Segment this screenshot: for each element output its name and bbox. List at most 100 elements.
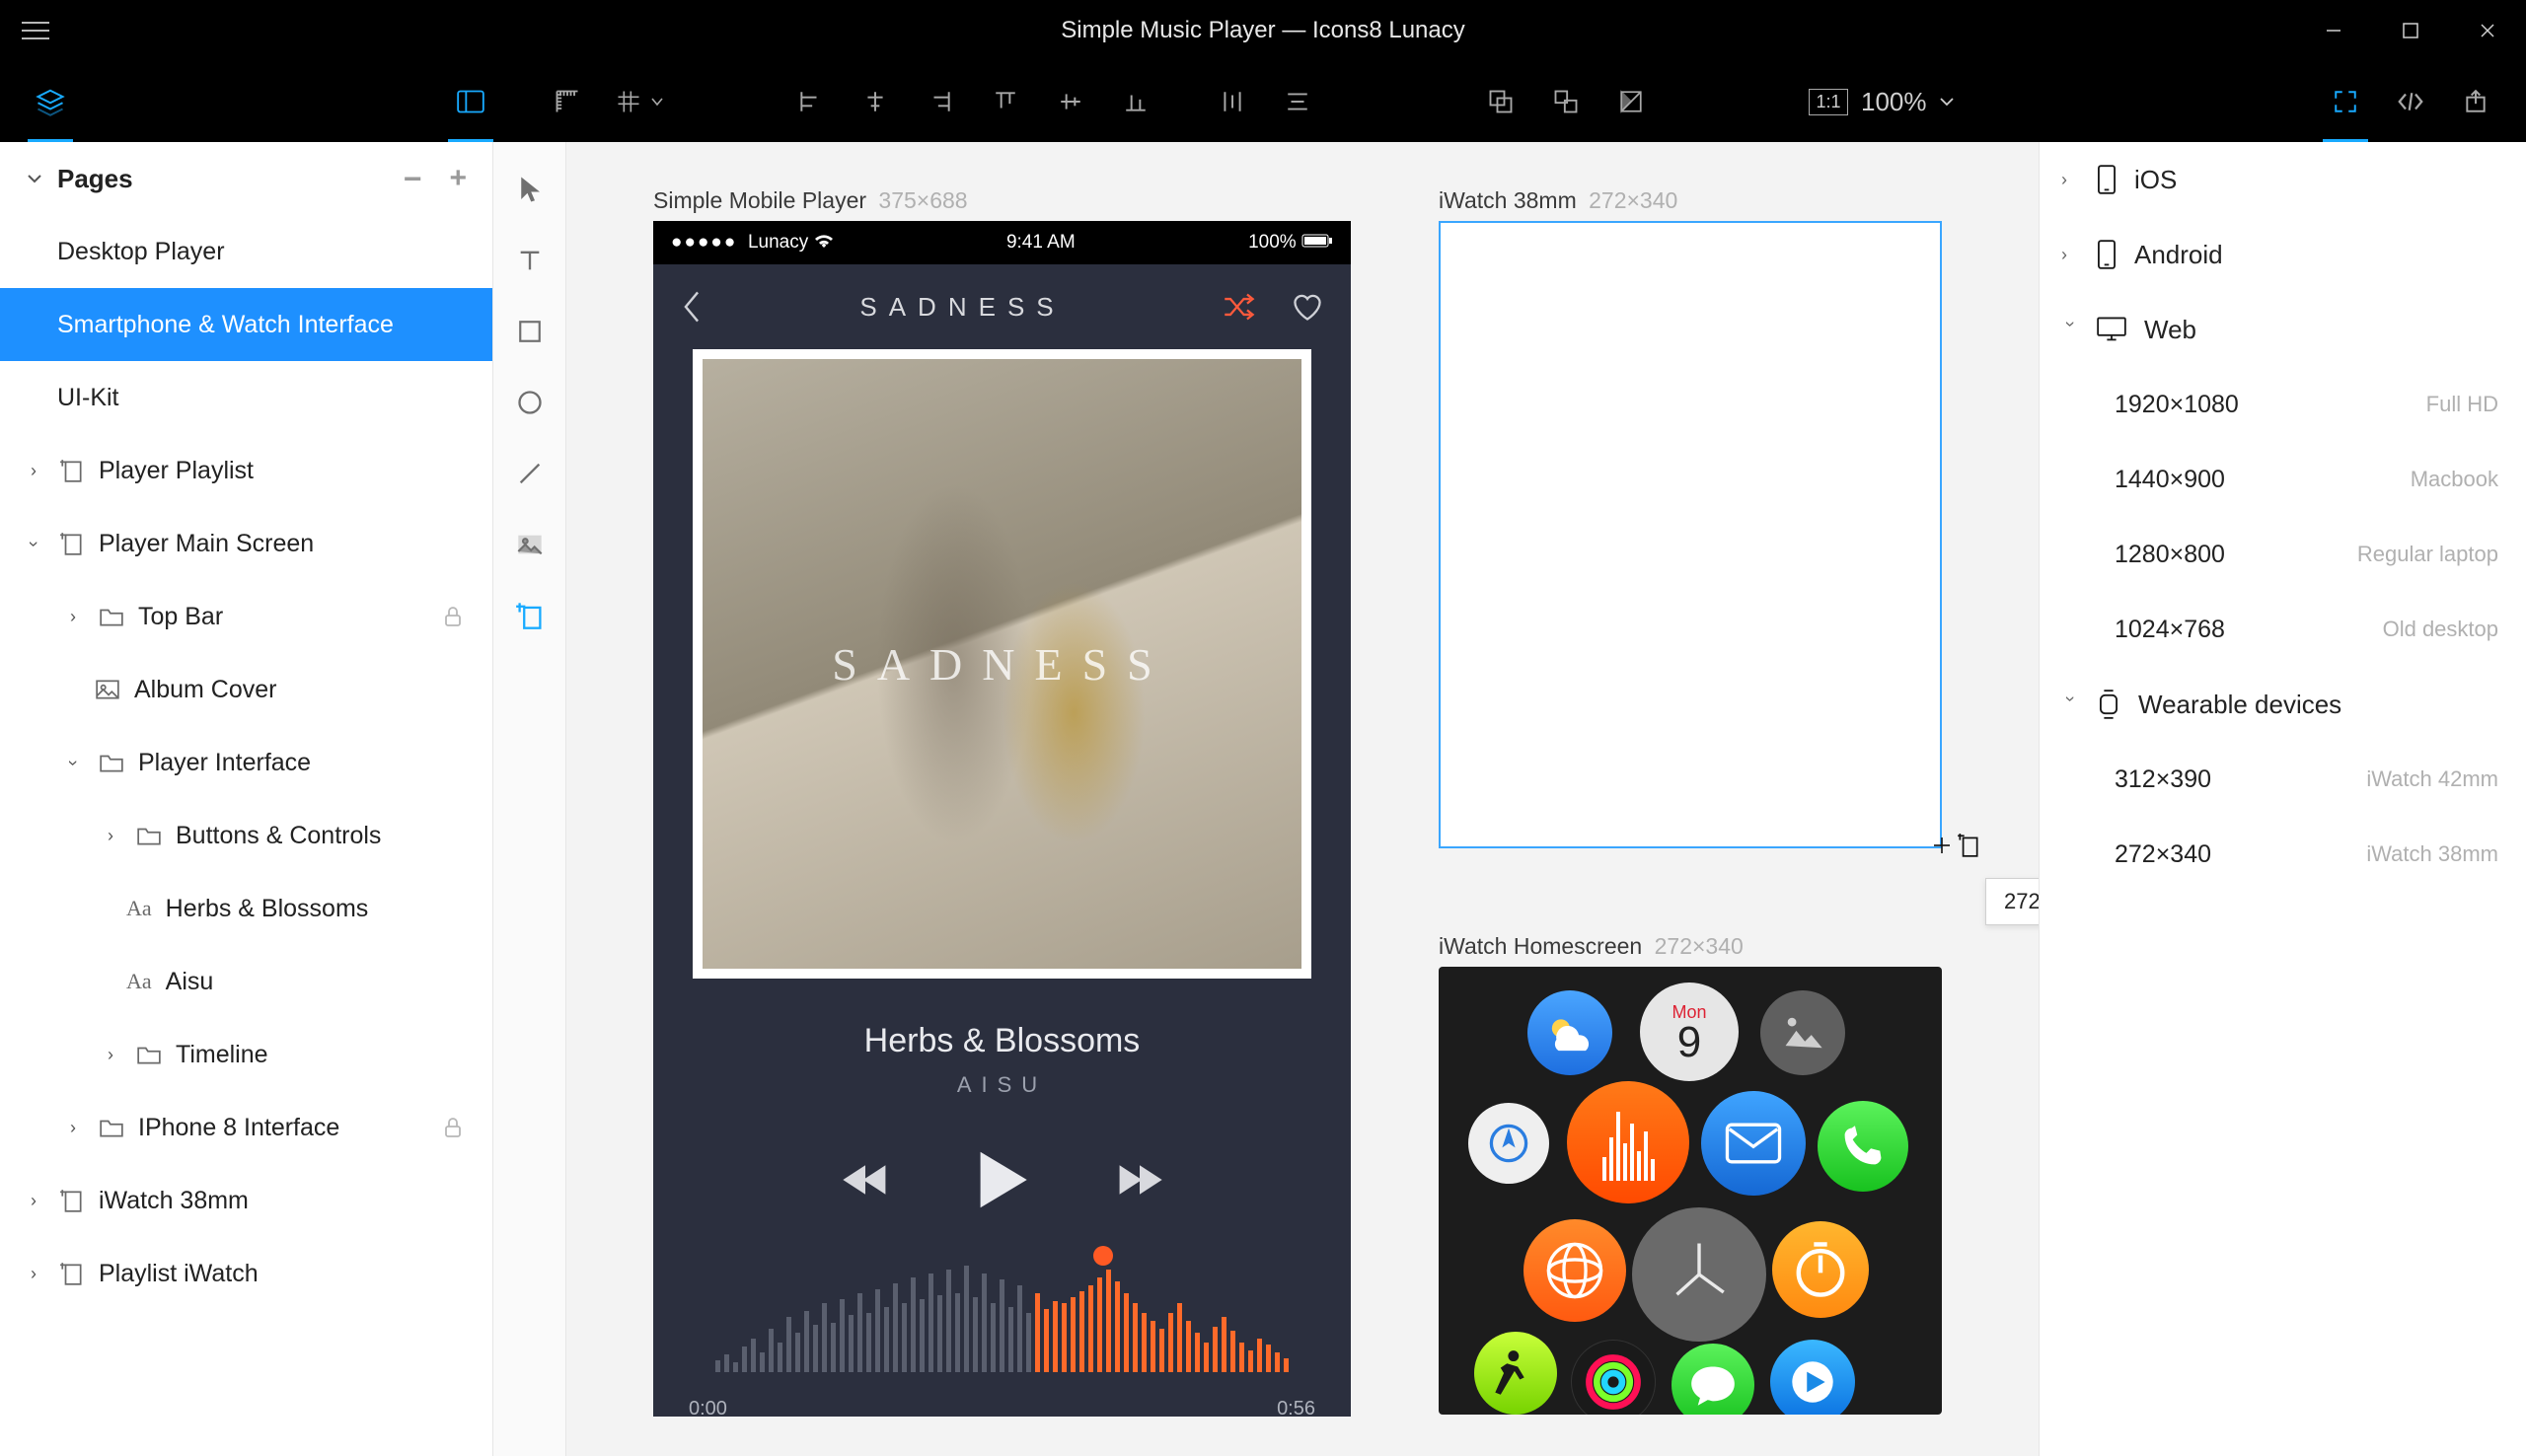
artboard-icon [59,531,85,556]
export-icon[interactable] [2443,61,2508,142]
clock-app-icon[interactable] [1632,1207,1766,1342]
menu-button[interactable] [0,0,71,61]
activity-app-icon[interactable] [1474,1332,1557,1415]
maps-app-icon[interactable] [1468,1103,1549,1184]
align-left-icon[interactable] [778,61,843,142]
preset-wearable-1[interactable]: 312×390iWatch 42mm [2040,742,2526,817]
layer-player-interface[interactable]: › Player Interface [0,726,492,799]
ruler-icon[interactable] [535,61,600,142]
code-icon[interactable] [2378,61,2443,142]
titlebar: Simple Music Player — Icons8 Lunacy [0,0,2526,61]
image-tool-icon[interactable] [493,511,566,578]
close-button[interactable] [2449,0,2526,61]
prev-icon[interactable] [843,1163,888,1197]
rectangle-tool-icon[interactable] [493,298,566,365]
mail-app-icon[interactable] [1701,1091,1806,1196]
page-item-uikit[interactable]: UI-Kit [0,361,492,434]
mask-icon[interactable] [1598,61,1664,142]
layer-buttons-controls[interactable]: › Buttons & Controls [0,799,492,872]
distribute-v-icon[interactable] [1265,61,1330,142]
add-page-button[interactable]: + [449,172,467,185]
preset-web-2[interactable]: 1440×900Macbook [2040,442,2526,517]
preset-web-3[interactable]: 1280×800Regular laptop [2040,517,2526,592]
artboard-label-phone[interactable]: Simple Mobile Player 375×688 [653,187,968,214]
next-icon[interactable] [1117,1163,1162,1197]
one-to-one-icon[interactable]: 1:1 [1802,61,1855,142]
layer-playlist-iwatch[interactable]: › Playlist iWatch [0,1237,492,1310]
maximize-button[interactable] [2372,0,2449,61]
select-tool-icon[interactable] [493,156,566,223]
calendar-app-icon[interactable]: Mon 9 [1640,983,1739,1081]
folder-icon [99,752,124,773]
minimize-button[interactable] [2295,0,2372,61]
page-item-smartphone[interactable]: Smartphone & Watch Interface [0,288,492,361]
song-title: Herbs & Blossoms [653,1022,1351,1060]
artboard-label-iwatch[interactable]: iWatch 38mm 272×340 [1439,187,1677,214]
layer-iwatch38[interactable]: › iWatch 38mm [0,1164,492,1237]
rings-app-icon[interactable] [1571,1340,1656,1415]
layer-album-cover[interactable]: Album Cover [0,653,492,726]
tool-strip [493,142,566,1456]
ungroup-icon[interactable] [1533,61,1598,142]
album-cover[interactable]: SADNESS [693,349,1311,979]
heart-icon[interactable] [1292,292,1323,322]
layer-player-playlist[interactable]: › Player Playlist [0,434,492,507]
artboard-label-iwatch-home[interactable]: iWatch Homescreen 272×340 [1439,933,1744,960]
stopwatch-app-icon[interactable] [1772,1221,1869,1318]
group-icon[interactable] [1468,61,1533,142]
align-top-icon[interactable] [973,61,1038,142]
line-tool-icon[interactable] [493,440,566,507]
align-middle-icon[interactable] [1038,61,1103,142]
preset-wearable[interactable]: › Wearable devices [2040,667,2526,742]
preset-wearable-2[interactable]: 272×340iWatch 38mm [2040,817,2526,892]
phone-artboard[interactable]: ●●●●● Lunacy 9:41 AM 100% SADNESS SADNES… [653,221,1351,1417]
remove-page-button[interactable]: − [404,172,422,185]
expand-icon[interactable] [2313,61,2378,142]
page-item-desktop[interactable]: Desktop Player [0,215,492,288]
oval-tool-icon[interactable] [493,369,566,436]
align-center-h-icon[interactable] [843,61,908,142]
play-icon[interactable] [973,1147,1032,1212]
waveform[interactable] [653,1254,1351,1372]
back-icon[interactable] [681,290,703,324]
canvas[interactable]: Simple Mobile Player 375×688 ●●●●● Lunac… [566,142,2039,1456]
layer-timeline[interactable]: › Timeline [0,1018,492,1091]
align-right-icon[interactable] [908,61,973,142]
layer-text-aisu[interactable]: Aa Aisu [0,945,492,1018]
panel-toggle-icon[interactable] [438,61,503,142]
messages-app-icon[interactable] [1672,1344,1754,1415]
playhead-knob[interactable] [1093,1246,1113,1266]
layer-iphone8[interactable]: › IPhone 8 Interface [0,1091,492,1164]
resize-cursor-icon [1932,833,1979,858]
phone-app-icon[interactable] [1818,1101,1908,1192]
preset-web[interactable]: › Web [2040,292,2526,367]
music-app-icon[interactable] [1567,1081,1689,1203]
shuffle-icon[interactable] [1223,293,1256,321]
iwatch-artboard[interactable] [1439,221,1942,848]
status-time: 9:41 AM [1006,232,1076,254]
layer-top-bar[interactable]: › Top Bar [0,580,492,653]
align-bottom-icon[interactable] [1103,61,1168,142]
zoom-dropdown[interactable]: 100% [1861,87,1955,117]
grid-icon[interactable] [600,61,679,142]
preset-android[interactable]: › Android [2040,217,2526,292]
preset-ios[interactable]: › iOS [2040,142,2526,217]
folder-icon [99,606,124,627]
layer-text-herbs[interactable]: Aa Herbs & Blossoms [0,872,492,945]
preset-web-1[interactable]: 1920×1080Full HD [2040,367,2526,442]
iwatch-home-artboard[interactable]: Mon 9 [1439,967,1942,1415]
artboard-tool-icon[interactable] [493,582,566,649]
phone-icon [2097,165,2117,194]
weather-app-icon[interactable] [1527,990,1612,1075]
layers-tab-icon[interactable] [18,61,83,142]
text-tool-icon[interactable] [493,227,566,294]
distribute-h-icon[interactable] [1200,61,1265,142]
player-nav: SADNESS [653,264,1351,349]
pages-header[interactable]: Pages − + [0,142,492,215]
image-icon [95,679,120,700]
preset-web-4[interactable]: 1024×768Old desktop [2040,592,2526,667]
photos-app-icon[interactable] [1760,990,1845,1075]
safari-app-icon[interactable] [1523,1219,1626,1322]
play-app-icon[interactable] [1770,1340,1855,1415]
layer-player-main[interactable]: › Player Main Screen [0,507,492,580]
